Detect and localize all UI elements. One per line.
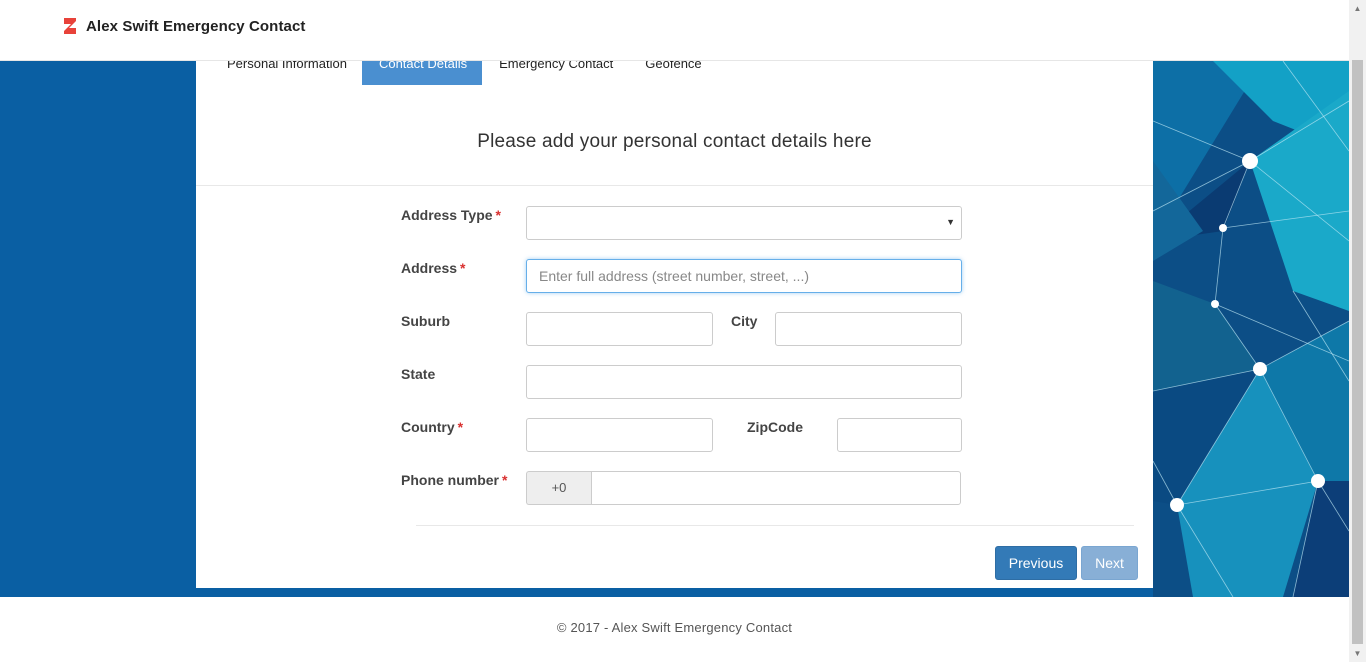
form-heading: Please add your personal contact details… (477, 131, 872, 152)
phone-input[interactable] (591, 471, 961, 505)
previous-button[interactable]: Previous (995, 546, 1077, 580)
caret-down-icon: ▼ (946, 217, 955, 227)
zipcode-label: ZipCode (747, 419, 803, 435)
country-label-text: Country (401, 419, 455, 435)
footer-copyright: © 2017 - Alex Swift Emergency Contact (556, 620, 793, 635)
address-label: Address * (401, 260, 465, 276)
city-input[interactable] (775, 312, 962, 346)
wizard-tabs: Personal Information Contact Details Eme… (210, 57, 717, 85)
country-input[interactable] (526, 418, 713, 452)
address-label-text: Address (401, 260, 458, 276)
next-button[interactable]: Next (1081, 546, 1138, 580)
address-type-select[interactable]: ▼ (526, 206, 962, 240)
scrollbar-thumb[interactable] (1352, 60, 1363, 644)
brand-link[interactable]: Alex Swift Emergency Contact (62, 16, 306, 36)
phone-label-text: Phone number (401, 472, 500, 488)
required-marker: * (460, 260, 466, 276)
footer: © 2017 - Alex Swift Emergency Contact (0, 597, 1349, 662)
state-input[interactable] (526, 365, 962, 399)
heading-divider (196, 185, 1153, 186)
city-label: City (731, 313, 758, 329)
address-type-label: Address Type * (401, 207, 501, 223)
scroll-down-icon[interactable]: ▼ (1349, 645, 1366, 662)
suburb-label: Suburb (401, 313, 450, 329)
suburb-input[interactable] (526, 312, 713, 346)
address-input[interactable] (526, 259, 962, 293)
scroll-up-icon[interactable]: ▲ (1349, 0, 1366, 17)
tab-contact-details[interactable]: Contact Details (361, 57, 483, 85)
page-scrollbar[interactable]: ▲ ▼ (1349, 0, 1366, 662)
phone-label: Phone number * (401, 472, 507, 488)
required-marker: * (457, 419, 464, 435)
required-marker: * (495, 207, 501, 223)
brand-title: Alex Swift Emergency Contact (86, 17, 306, 35)
tab-geofence[interactable]: Geofence (628, 57, 716, 85)
phone-prefix: +0 (526, 471, 591, 505)
zipcode-input[interactable] (837, 418, 962, 452)
network-decoration (1153, 61, 1349, 597)
actions-divider (416, 525, 1134, 526)
country-label: Country * (401, 419, 463, 435)
state-label: State (401, 366, 436, 382)
tab-emergency-contact[interactable]: Emergency Contact (482, 57, 628, 85)
required-marker: * (502, 472, 508, 488)
brand-logo-icon (64, 18, 76, 34)
wizard-card: Personal Information Contact Details Eme… (196, 57, 1153, 588)
top-navbar: Alex Swift Emergency Contact (0, 0, 1349, 61)
tab-personal-information[interactable]: Personal Information (210, 57, 362, 85)
address-type-label-text: Address Type (401, 207, 493, 223)
